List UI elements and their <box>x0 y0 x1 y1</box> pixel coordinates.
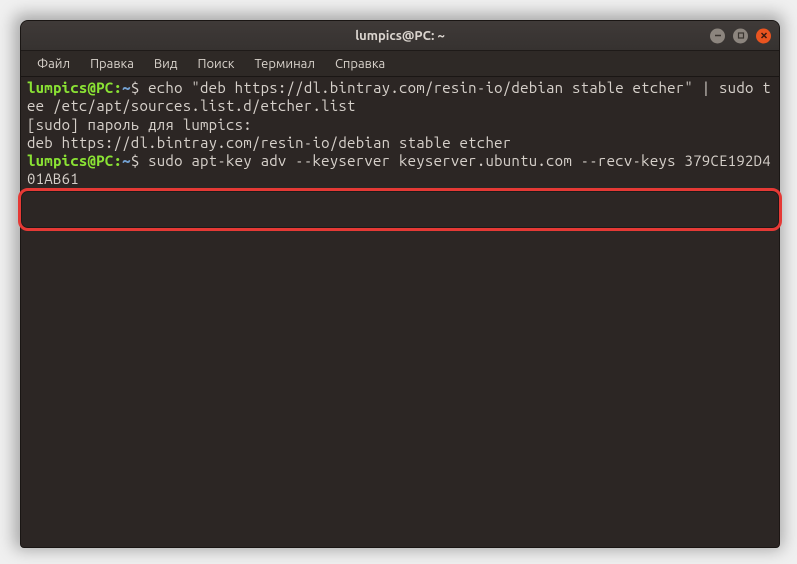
menubar: Файл Правка Вид Поиск Терминал Справка <box>21 51 779 77</box>
minimize-button[interactable] <box>710 28 725 43</box>
prompt-userhost: lumpics@PC: <box>27 79 122 96</box>
menu-search[interactable]: Поиск <box>189 54 242 74</box>
menu-file[interactable]: Файл <box>29 54 78 74</box>
prompt-path: ~ <box>122 152 131 169</box>
terminal-line-2: [sudo] пароль для lumpics: <box>27 116 773 134</box>
maximize-icon <box>737 32 745 40</box>
close-button[interactable] <box>756 28 771 43</box>
minimize-icon <box>714 32 722 40</box>
command-text-2: sudo apt-key adv --keyserver keyserver.u… <box>27 152 771 187</box>
menu-terminal[interactable]: Терминал <box>246 54 322 74</box>
menu-edit[interactable]: Правка <box>82 54 142 74</box>
window-controls <box>710 28 771 43</box>
terminal-line-4: lumpics@PC:~$ sudo apt-key adv --keyserv… <box>27 152 773 189</box>
command-text-1: echo "deb https://dl.bintray.com/resin-i… <box>27 79 771 114</box>
menu-view[interactable]: Вид <box>146 54 186 74</box>
close-icon <box>760 32 768 40</box>
maximize-button[interactable] <box>733 28 748 43</box>
terminal-line-1: lumpics@PC:~$ echo "deb https://dl.bintr… <box>27 79 773 116</box>
window-title: lumpics@PC: ~ <box>355 29 445 43</box>
prompt-path: ~ <box>122 79 131 96</box>
prompt-userhost: lumpics@PC: <box>27 152 122 169</box>
titlebar[interactable]: lumpics@PC: ~ <box>21 21 779 51</box>
terminal-line-3: deb https://dl.bintray.com/resin-io/debi… <box>27 134 773 152</box>
terminal-body[interactable]: lumpics@PC:~$ echo "deb https://dl.bintr… <box>21 77 779 547</box>
terminal-window: lumpics@PC: ~ Файл Правка Вид Поиск Терм… <box>20 20 780 548</box>
menu-help[interactable]: Справка <box>327 54 393 74</box>
